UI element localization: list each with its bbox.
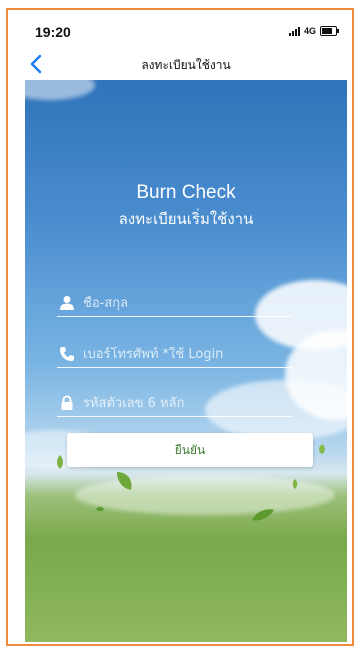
leaf-decoration [319, 444, 325, 454]
nav-title: ลงทะเบียนใช้งาน [141, 58, 231, 72]
battery-icon [320, 26, 339, 36]
app-title: Burn Check [136, 182, 236, 203]
phone-field[interactable] [57, 341, 293, 368]
pin-input[interactable] [83, 395, 293, 411]
navigation-bar: ลงทะเบียนใช้งาน [25, 48, 347, 81]
leaf-decoration [117, 472, 132, 490]
phone-screen: 19:20 4G ลงทะเบียนใช้งาน Burn Check ลงทะ… [25, 18, 347, 642]
network-type: 4G [303, 26, 316, 36]
pin-field[interactable] [57, 390, 293, 417]
app-subtitle: ลงทะเบียนเริ่มใช้งาน [118, 210, 254, 228]
status-bar: 19:20 4G [25, 18, 347, 48]
confirm-button[interactable]: ยืนยัน [67, 433, 313, 467]
phone-input[interactable] [83, 346, 293, 362]
name-input[interactable] [83, 295, 293, 311]
status-indicators: 4G [288, 26, 339, 36]
cloud [25, 80, 95, 100]
phone-icon [57, 345, 77, 363]
lock-icon [57, 394, 77, 412]
leaf-decoration [292, 479, 298, 489]
leaf-decoration [252, 509, 274, 521]
leaf-decoration [57, 455, 63, 469]
registration-background: Burn Check ลงทะเบียนเริ่มใช้งาน ยืนยัน [25, 80, 347, 642]
status-time: 19:20 [35, 24, 71, 40]
name-field[interactable] [57, 290, 293, 317]
leaf-decoration [96, 506, 104, 512]
user-icon [57, 294, 77, 312]
signal-icon [288, 26, 300, 36]
